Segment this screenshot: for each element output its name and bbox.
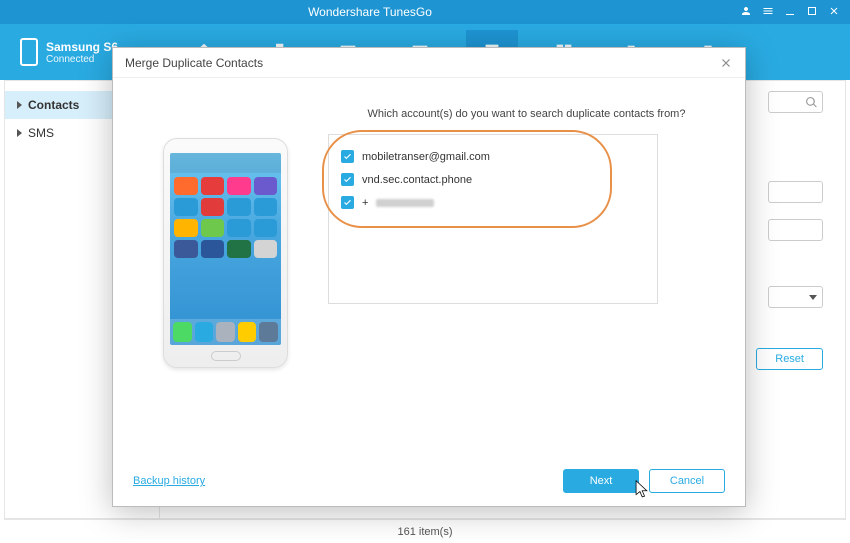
- checkbox[interactable]: [341, 150, 354, 163]
- cancel-button[interactable]: Cancel: [649, 469, 725, 493]
- device-name: Samsung S6: [46, 40, 118, 54]
- app-title: Wondershare TunesGo: [0, 5, 740, 19]
- account-row[interactable]: +: [339, 191, 647, 214]
- dialog-title: Merge Duplicate Contacts: [125, 56, 263, 70]
- account-row[interactable]: vnd.sec.contact.phone: [339, 168, 647, 191]
- phone-preview: [163, 138, 288, 368]
- device-status: Connected: [46, 54, 118, 65]
- reset-button[interactable]: Reset: [756, 348, 823, 370]
- checkbox[interactable]: [341, 173, 354, 186]
- account-row[interactable]: mobiletranser@gmail.com: [339, 145, 647, 168]
- search-input[interactable]: [768, 91, 823, 113]
- field-2[interactable]: [768, 219, 823, 241]
- item-count: 161 item(s): [397, 526, 452, 538]
- next-button[interactable]: Next: [563, 469, 639, 493]
- search-icon: [805, 96, 818, 109]
- mouse-cursor: [635, 480, 651, 505]
- sidebar-item-label: Contacts: [28, 98, 79, 112]
- close-icon[interactable]: [719, 56, 733, 70]
- sidebar-item-label: SMS: [28, 126, 54, 140]
- backup-history-link[interactable]: Backup history: [133, 475, 205, 487]
- close-icon[interactable]: [828, 5, 840, 20]
- caret-icon: [17, 129, 22, 137]
- account-label: +: [362, 197, 368, 209]
- dropdown[interactable]: [768, 286, 823, 308]
- maximize-icon[interactable]: [806, 5, 818, 20]
- user-icon[interactable]: [740, 5, 752, 20]
- minimize-icon[interactable]: [784, 5, 796, 20]
- merge-contacts-dialog: Merge Duplicate Contacts Which account(s…: [112, 47, 746, 507]
- field-1[interactable]: [768, 181, 823, 203]
- menu-icon[interactable]: [762, 5, 774, 20]
- status-bar: 161 item(s): [4, 519, 846, 543]
- phone-icon: [20, 38, 38, 66]
- redacted-text: [376, 199, 434, 207]
- caret-icon: [17, 101, 22, 109]
- account-label: mobiletranser@gmail.com: [362, 151, 490, 163]
- account-list: mobiletranser@gmail.com vnd.sec.contact.…: [328, 134, 658, 304]
- dialog-question: Which account(s) do you want to search d…: [328, 108, 725, 120]
- account-label: vnd.sec.contact.phone: [362, 174, 472, 186]
- checkbox[interactable]: [341, 196, 354, 209]
- window-titlebar: Wondershare TunesGo: [0, 0, 850, 24]
